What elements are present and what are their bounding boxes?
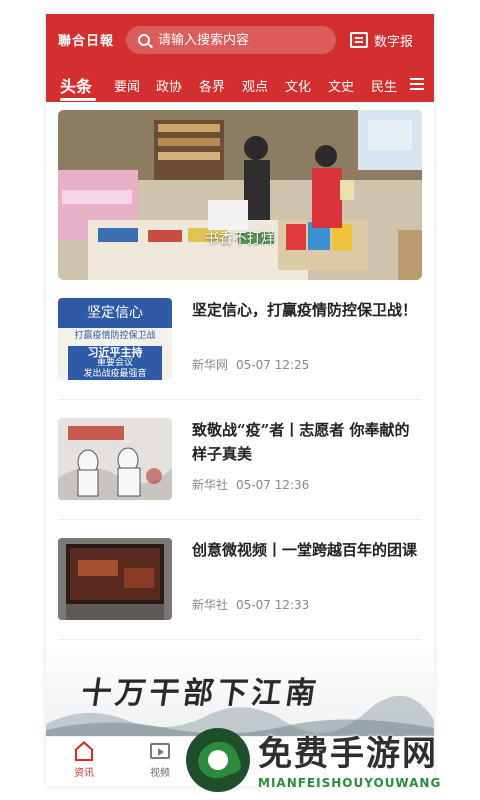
news-title[interactable]: 致敬战“疫”者丨志愿者 你奉献的样子真美 [192, 418, 418, 466]
tab-cppcc[interactable]: 政协 [156, 76, 182, 95]
newspaper-icon [350, 32, 368, 48]
tab-sectors[interactable]: 各界 [199, 76, 225, 95]
news-source: 新华社 [192, 598, 229, 612]
tab-headline[interactable]: 头条 [60, 73, 92, 97]
news-title[interactable]: 创意微视频丨一堂跨越百年的团课 [192, 538, 418, 562]
thumb-text: 习近平主持 [87, 346, 143, 359]
news-source: 新华网 [192, 358, 229, 372]
app-frame: 聯合日報 数字报 头条 要闻 政协 各界 观点 文化 文史 民生 [46, 14, 434, 786]
epaper-label: 数字报 [374, 34, 414, 50]
nav-item-news[interactable]: 资讯 [54, 741, 114, 779]
tab-news[interactable]: 要闻 [114, 76, 140, 95]
search-bar[interactable] [126, 26, 336, 54]
promo-banner[interactable]: 十万干部下江南 [46, 644, 434, 736]
active-tab-indicator [60, 98, 96, 101]
tab-culture[interactable]: 文化 [285, 76, 311, 95]
thumb-text: 重要会议 [96, 358, 133, 368]
thumb-text: 坚定信心 [58, 298, 172, 328]
hero-caption: 书香不打烊 [205, 231, 275, 247]
news-time: 05-07 12:33 [236, 598, 310, 612]
home-icon [73, 741, 95, 761]
news-time: 05-07 12:36 [236, 478, 310, 492]
news-meta: 新华社 05-07 12:36 [192, 476, 309, 493]
app-logo: 聯合日報 [58, 34, 115, 49]
video-icon [149, 741, 171, 761]
hero-banner[interactable]: 书香不打烊 [58, 110, 422, 280]
nav-label: 资讯 [74, 768, 94, 779]
news-time: 05-07 12:25 [236, 358, 310, 372]
watermark-title: 免费手游网 [258, 734, 438, 774]
news-thumbnail: 坚定信心 打赢疫情防控保卫战 习近平主持 重要会议 发出战疫最强音 [58, 298, 172, 380]
nav-label: 视频 [150, 768, 170, 779]
search-icon [138, 34, 150, 46]
bookstore-photo [58, 110, 422, 280]
tab-livelihood[interactable]: 民生 [371, 76, 397, 95]
thumb-caption-box: 习近平主持 重要会议 发出战疫最强音 [68, 346, 162, 380]
news-thumbnail [58, 538, 172, 620]
tab-opinion[interactable]: 观点 [242, 76, 268, 95]
video-still [58, 538, 172, 620]
thumb-text: 打赢疫情防控保卫战 [74, 331, 156, 341]
news-item[interactable]: 致敬战“疫”者丨志愿者 你奉献的样子真美 新华社 05-07 12:36 [58, 410, 422, 520]
news-item[interactable]: 坚定信心 打赢疫情防控保卫战 习近平主持 重要会议 发出战疫最强音 坚定信心，打… [58, 290, 422, 400]
news-thumbnail [58, 418, 172, 500]
watermark-logo [186, 728, 250, 792]
thumb-text: 发出战疫最强音 [83, 369, 147, 379]
news-meta: 新华社 05-07 12:33 [192, 596, 309, 613]
epaper-button[interactable]: 数字报 [350, 28, 413, 52]
volunteer-illustration [58, 418, 172, 500]
header: 聯合日報 数字报 头条 要闻 政协 各界 观点 文化 文史 民生 [46, 14, 434, 102]
news-source: 新华社 [192, 478, 229, 492]
news-title[interactable]: 坚定信心，打赢疫情防控保卫战！ [192, 298, 418, 322]
search-input[interactable] [158, 30, 328, 50]
menu-icon[interactable] [410, 78, 424, 90]
news-meta: 新华网 05-07 12:25 [192, 356, 309, 373]
tab-history[interactable]: 文史 [328, 76, 354, 95]
news-item[interactable]: 创意微视频丨一堂跨越百年的团课 新华社 05-07 12:33 [58, 530, 422, 640]
watermark: 免费手游网 MIANFEISHOUYOUWANG [186, 726, 476, 798]
watermark-subtitle: MIANFEISHOUYOUWANG [258, 776, 442, 790]
channel-tabs: 头条 要闻 政协 各界 观点 文化 文史 民生 [46, 72, 434, 102]
nav-item-video[interactable]: 视频 [130, 741, 190, 779]
